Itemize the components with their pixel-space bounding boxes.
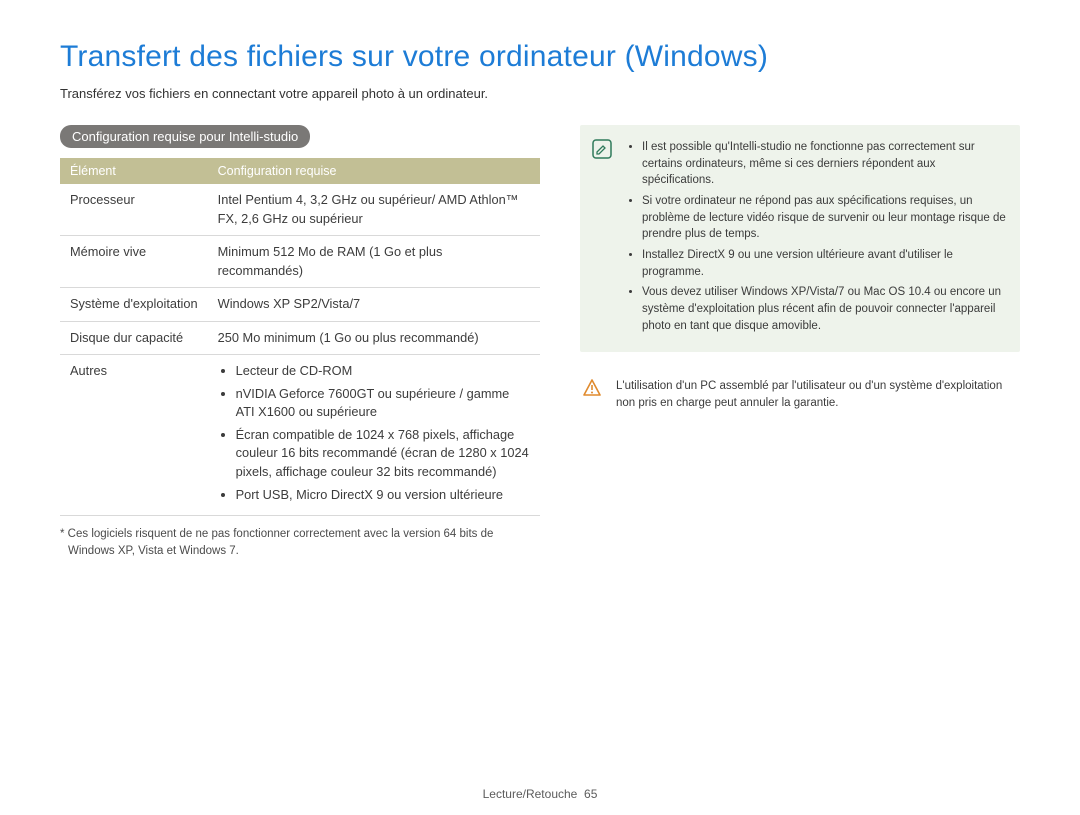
page-title: Transfert des fichiers sur votre ordinat… [60,40,1020,74]
row-label-ram: Mémoire vive [60,236,208,288]
requirements-table: Élément Configuration requise Processeur… [60,158,540,516]
list-item: Écran compatible de 1024 x 768 pixels, a… [236,426,530,482]
row-label-other: Autres [60,355,208,516]
page-footer: Lecture/Retouche 65 [0,787,1080,801]
list-item: Vous devez utiliser Windows XP/Vista/7 o… [642,284,1006,334]
row-label-cpu: Processeur [60,184,208,236]
footer-section: Lecture/Retouche [483,787,578,801]
right-column: Il est possible qu'Intelli-studio ne fon… [580,125,1020,559]
row-label-disk: Disque dur capacité [60,321,208,355]
table-head-item: Élément [60,158,208,184]
note-pencil-icon [592,139,614,338]
row-value-os: Windows XP SP2/Vista/7 [208,288,540,322]
table-row: Disque dur capacité 250 Mo minimum (1 Go… [60,321,540,355]
other-list: Lecteur de CD-ROM nVIDIA Geforce 7600GT … [218,362,530,504]
row-value-disk: 250 Mo minimum (1 Go ou plus recommandé) [208,321,540,355]
section-label-requirements: Configuration requise pour Intelli-studi… [60,125,310,148]
list-item: Port USB, Micro DirectX 9 ou version ult… [236,486,530,505]
row-value-ram: Minimum 512 Mo de RAM (1 Go et plus reco… [208,236,540,288]
table-row: Système d'exploitation Windows XP SP2/Vi… [60,288,540,322]
table-row: Autres Lecteur de CD-ROM nVIDIA Geforce … [60,355,540,516]
footer-page-number: 65 [584,787,597,801]
page-root: Transfert des fichiers sur votre ordinat… [0,0,1080,815]
two-column-layout: Configuration requise pour Intelli-studi… [60,125,1020,559]
footnote: * Ces logiciels risquent de ne pas fonct… [60,526,540,559]
list-item: Lecteur de CD-ROM [236,362,530,381]
warning-triangle-icon [582,378,604,411]
table-head-requirement: Configuration requise [208,158,540,184]
note-list: Il est possible qu'Intelli-studio ne fon… [626,139,1006,338]
left-column: Configuration requise pour Intelli-studi… [60,125,540,559]
page-intro: Transférez vos fichiers en connectant vo… [60,86,1020,101]
list-item: Il est possible qu'Intelli-studio ne fon… [642,139,1006,189]
warning-box: L'utilisation d'un PC assemblé par l'uti… [580,374,1020,415]
row-value-other: Lecteur de CD-ROM nVIDIA Geforce 7600GT … [208,355,540,516]
list-item: Installez DirectX 9 ou une version ultér… [642,247,1006,280]
list-item: nVIDIA Geforce 7600GT ou supérieure / ga… [236,385,530,422]
row-value-cpu: Intel Pentium 4, 3,2 GHz ou supérieur/ A… [208,184,540,236]
table-header-row: Élément Configuration requise [60,158,540,184]
row-label-os: Système d'exploitation [60,288,208,322]
table-row: Processeur Intel Pentium 4, 3,2 GHz ou s… [60,184,540,236]
list-item: Si votre ordinateur ne répond pas aux sp… [642,193,1006,243]
table-row: Mémoire vive Minimum 512 Mo de RAM (1 Go… [60,236,540,288]
note-box: Il est possible qu'Intelli-studio ne fon… [580,125,1020,352]
warning-text: L'utilisation d'un PC assemblé par l'uti… [616,378,1016,411]
